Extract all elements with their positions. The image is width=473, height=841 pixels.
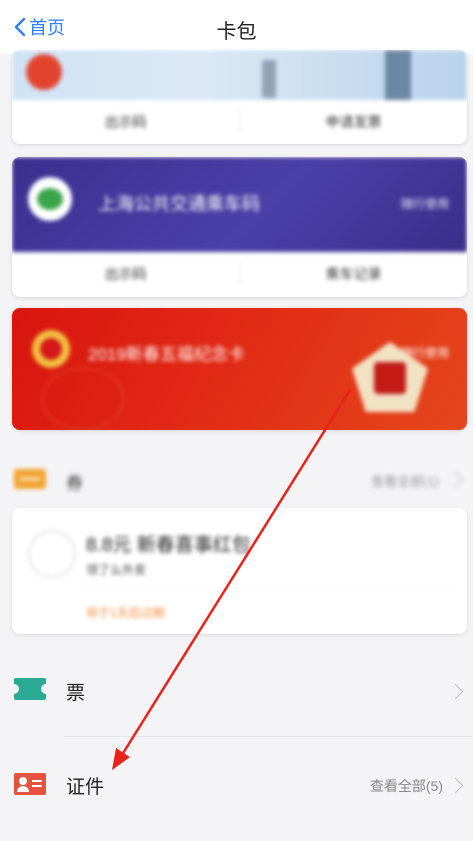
coupons-view-all[interactable]: 查看全部(1) xyxy=(371,471,439,490)
coupon-content: 8.8元 新春喜事红包 领了么外卖 将于1天后过期 xyxy=(12,508,467,634)
card-actions: 出示码 乘车记录 xyxy=(12,252,467,296)
nav-bar: 首页 卡包 xyxy=(0,0,473,54)
chevron-right-icon xyxy=(447,683,464,700)
apply-invoice-button[interactable]: 申请发票 xyxy=(240,112,467,132)
page-title: 卡包 xyxy=(216,21,257,43)
blessing-logo-icon xyxy=(32,330,70,368)
card-title: 上海公共交通乘车码 xyxy=(98,194,260,214)
certificates-label: 证件 xyxy=(66,777,105,798)
divider xyxy=(86,588,456,589)
show-code-button[interactable]: 出示码 xyxy=(12,112,239,132)
coupon-logo-icon xyxy=(28,530,76,578)
card-logo-icon xyxy=(26,54,62,90)
coupon-card[interactable]: 8.8元 新春喜事红包 领了么外卖 将于1天后过期 xyxy=(12,508,467,634)
building-image xyxy=(385,50,411,100)
divider xyxy=(64,736,473,737)
ticket-icon xyxy=(9,678,51,700)
id-card-icon xyxy=(14,773,46,795)
coupons-header[interactable]: 券 查看全部(1) xyxy=(0,462,473,496)
card-banner xyxy=(12,50,467,100)
firework-decoration xyxy=(42,368,124,430)
tickets-row[interactable]: 票 xyxy=(0,644,473,736)
chevron-right-icon xyxy=(447,777,464,794)
certificates-view-all[interactable]: 查看全部(5) xyxy=(370,776,443,796)
card-title: 2019新春五福纪念卡 xyxy=(88,345,245,364)
transit-logo-icon xyxy=(28,177,72,221)
card-actions: 出示码 申请发票 xyxy=(12,100,467,144)
certificates-row[interactable]: 证件 查看全部(5) xyxy=(0,738,473,830)
card-five-blessings[interactable]: 2019新春五福纪念卡 随行使用 xyxy=(12,308,467,430)
coupons-label: 券 xyxy=(66,474,83,493)
card-tag: 随行使用 xyxy=(400,197,449,211)
fu-character-icon xyxy=(374,362,406,394)
coupon-merchant: 领了么外卖 xyxy=(86,563,147,577)
tower-image xyxy=(262,60,276,98)
coupon-icon xyxy=(14,469,46,489)
card-membership[interactable]: 出示码 申请发票 xyxy=(12,50,467,144)
card-banner: 上海公共交通乘车码 随行使用 xyxy=(12,157,467,252)
coupon-name: 8.8元 新春喜事红包 xyxy=(86,535,251,556)
card-transit[interactable]: 上海公共交通乘车码 随行使用 出示码 乘车记录 xyxy=(12,157,467,297)
ride-records-button[interactable]: 乘车记录 xyxy=(240,264,467,284)
tickets-label: 票 xyxy=(66,683,86,704)
chevron-right-icon xyxy=(447,471,464,488)
show-code-button[interactable]: 出示码 xyxy=(12,264,239,284)
card-banner: 2019新春五福纪念卡 随行使用 xyxy=(12,308,467,430)
coupon-expiry: 将于1天后过期 xyxy=(86,606,165,620)
